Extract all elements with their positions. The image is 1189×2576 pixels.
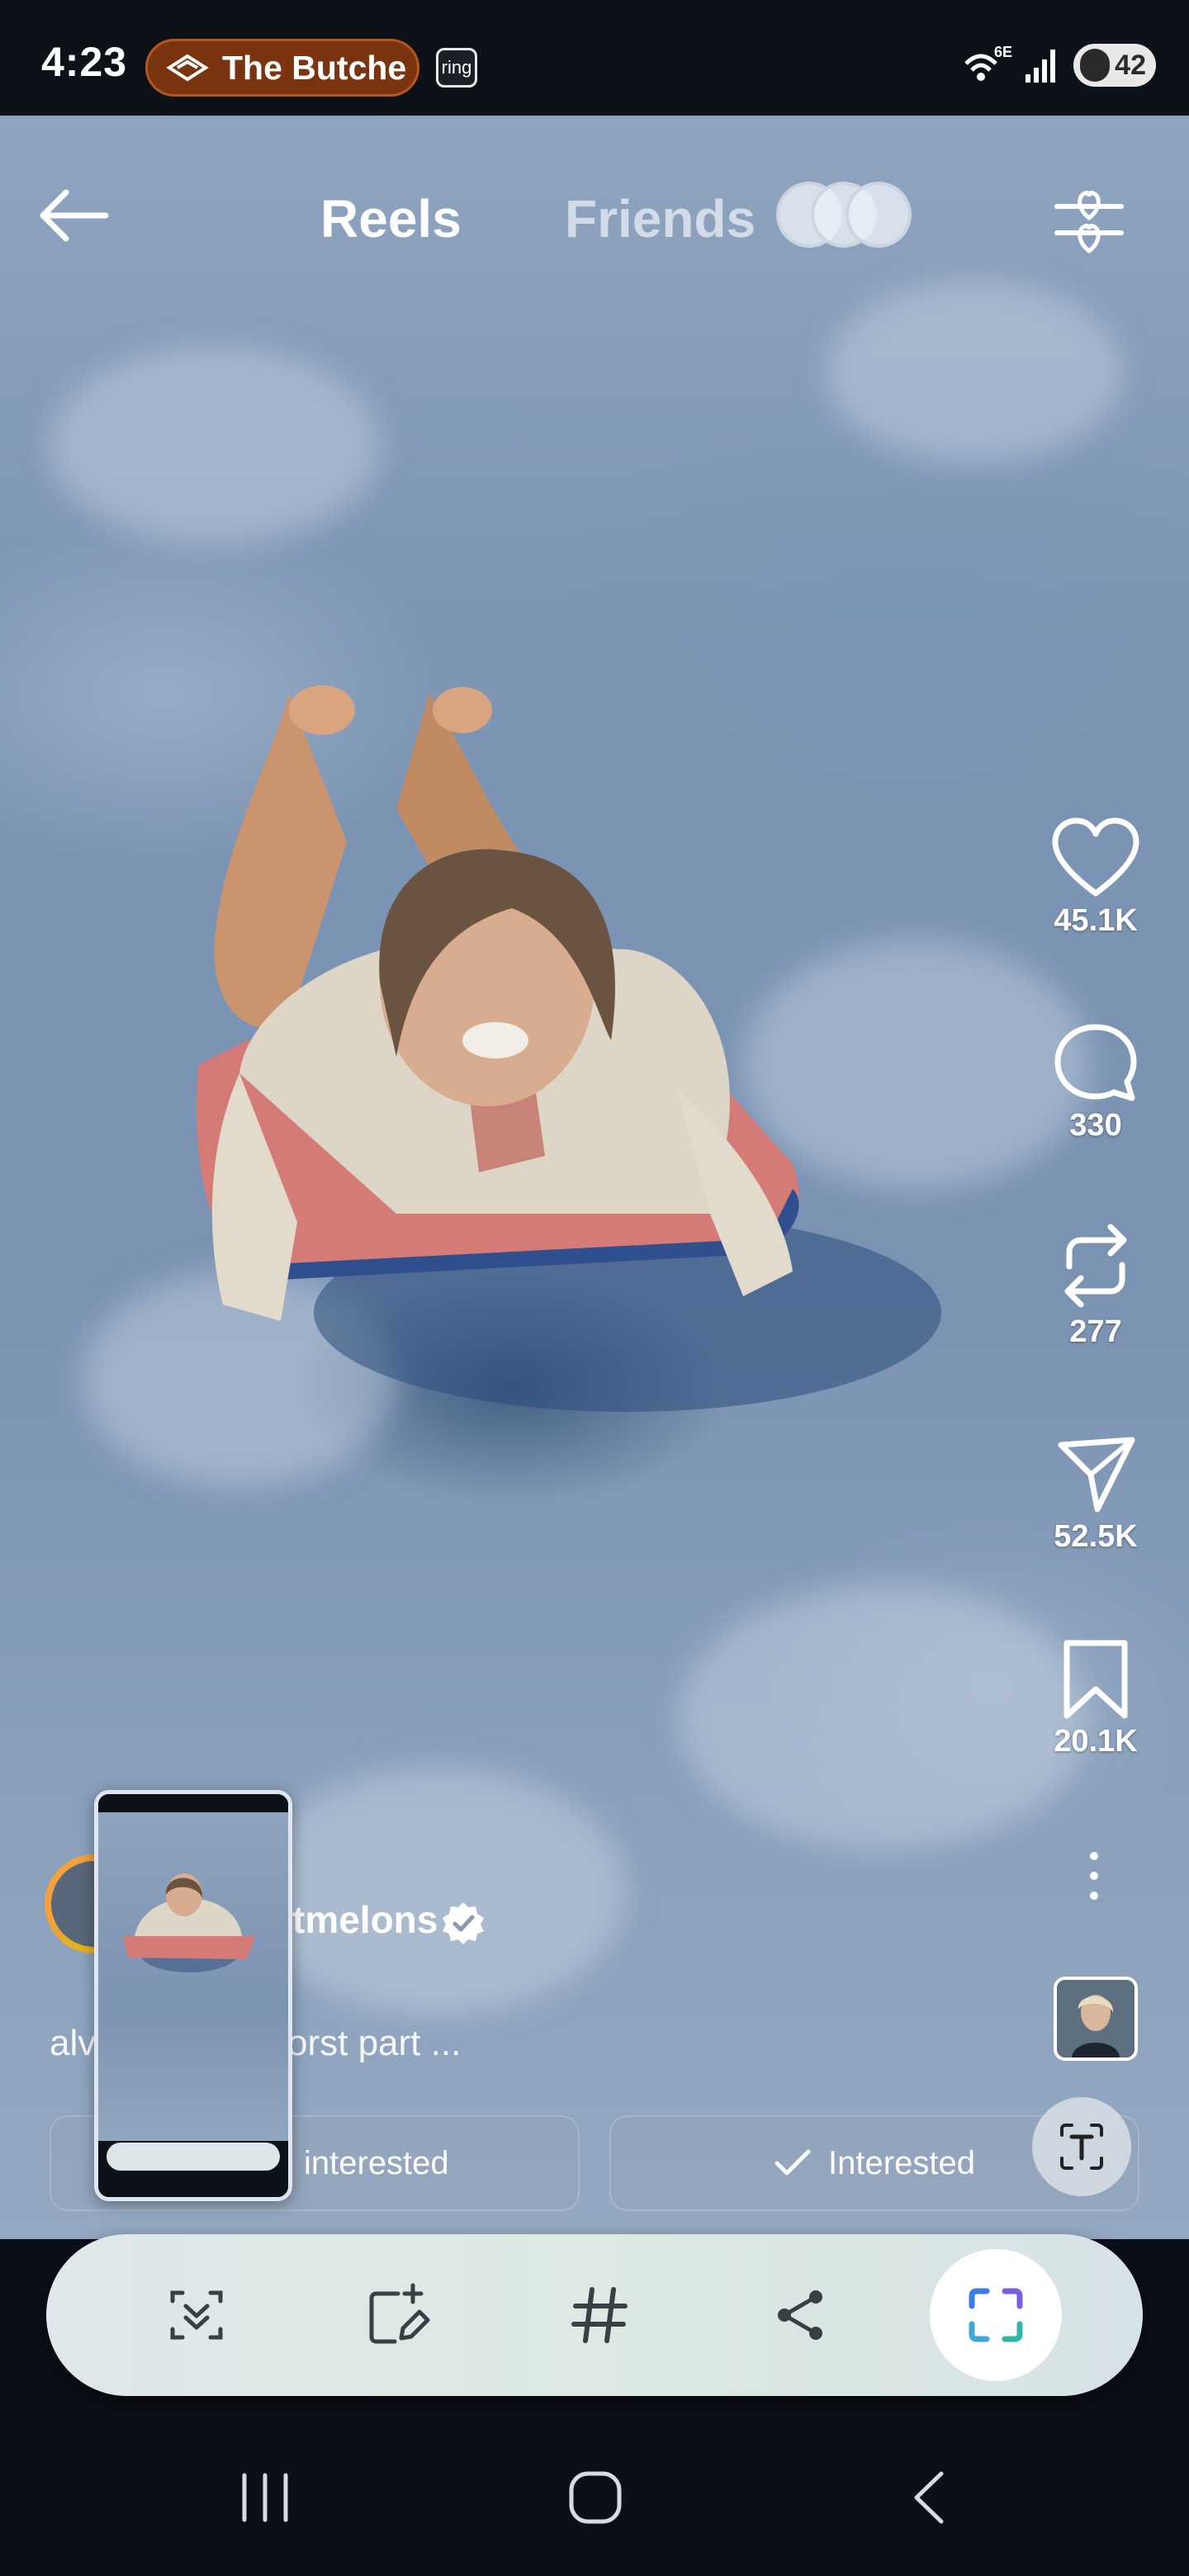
status-time: 4:23 (41, 39, 128, 85)
extract-text-button[interactable] (1032, 2097, 1131, 2196)
system-navigation-bar (0, 2419, 1189, 2576)
screenshot-toolbar (46, 2234, 1143, 2396)
status-bar: 4:23 The Butche ring 6E 42 (0, 0, 1189, 116)
battery-level: 42 (1115, 49, 1146, 81)
smart-select-icon (969, 2288, 1023, 2342)
audio-thumbnail[interactable] (1054, 1977, 1138, 2061)
hashtag-button[interactable] (558, 2274, 641, 2356)
signal-icon (1026, 50, 1055, 83)
scroll-capture-icon (170, 2290, 223, 2340)
back-arrow-icon[interactable] (36, 188, 109, 243)
more-options-icon[interactable] (1082, 1848, 1106, 1906)
scroll-capture-button[interactable] (155, 2274, 238, 2356)
repost-count: 277 (1069, 1314, 1122, 1349)
check-icon (775, 2149, 811, 2176)
repost-icon[interactable] (1054, 1220, 1137, 1311)
friend-avatar (846, 182, 912, 248)
battery-indicator: 42 (1073, 44, 1156, 87)
share-action[interactable]: 52.5K (1042, 1433, 1149, 1555)
tab-reels[interactable]: Reels (320, 188, 462, 249)
home-icon (569, 2471, 622, 2524)
comment-icon[interactable] (1053, 1022, 1139, 1105)
save-action[interactable]: 20.1K (1042, 1638, 1149, 1759)
preview-nav (98, 2172, 288, 2197)
draw-edit-icon (369, 2283, 430, 2344)
charging-icon (1080, 49, 1110, 82)
audio-cover-image (1057, 1980, 1135, 2057)
author-username[interactable]: tmelons (292, 1897, 438, 1942)
caption-text-start[interactable]: alv (50, 2023, 96, 2064)
recents-icon (242, 2473, 288, 2522)
live-activity-pill[interactable]: The Butche (145, 39, 419, 97)
caption-text-end[interactable]: orst part ... (287, 2023, 461, 2064)
screenshot-preview[interactable] (94, 1790, 292, 2201)
share-icon (778, 2290, 822, 2340)
draw-edit-button[interactable] (357, 2274, 439, 2356)
send-icon[interactable] (1054, 1433, 1137, 1516)
preferences-icon[interactable] (1054, 182, 1125, 256)
preview-image (123, 1873, 255, 1972)
home-button[interactable] (550, 2460, 641, 2535)
audio-cast-icon (166, 54, 209, 82)
back-button[interactable] (883, 2460, 974, 2535)
like-action[interactable]: 45.1K (1042, 817, 1149, 939)
comment-action[interactable]: 330 (1042, 1022, 1149, 1144)
tab-friends[interactable]: Friends (565, 188, 756, 249)
reels-top-nav: Reels Friends (0, 157, 1189, 272)
friend-avatars[interactable] (776, 182, 941, 248)
live-activity-label: The Butche (222, 48, 407, 87)
preview-toolbar (107, 2143, 280, 2171)
heart-icon[interactable] (1050, 817, 1141, 900)
network-type-label: 6E (994, 44, 1012, 60)
recents-button[interactable] (220, 2460, 310, 2535)
system-indicators: 6E 42 (961, 36, 1156, 94)
ring-notification-icon: ring (436, 48, 477, 88)
smart-select-button[interactable] (930, 2249, 1062, 2381)
verified-badge-icon (443, 1902, 484, 1944)
wifi-icon: 6E (964, 44, 1012, 81)
comment-count: 330 (1069, 1108, 1122, 1143)
not-interested-label: interested (304, 2144, 449, 2181)
share-screenshot-button[interactable] (760, 2274, 842, 2356)
repost-action[interactable]: 277 (1042, 1220, 1149, 1350)
preview-status-bar (98, 1794, 288, 1812)
bookmark-icon[interactable] (1059, 1638, 1133, 1721)
back-icon (914, 2471, 944, 2524)
interested-label: Interested (828, 2144, 975, 2181)
like-count: 45.1K (1054, 903, 1138, 938)
preview-video (98, 1812, 288, 2141)
hashtag-icon (571, 2287, 628, 2343)
text-extract-icon (1060, 2124, 1103, 2170)
save-count: 20.1K (1054, 1724, 1138, 1759)
screen: 4:23 The Butche ring 6E 42 Reels Friends… (0, 0, 1189, 2576)
share-count: 52.5K (1054, 1519, 1138, 1554)
